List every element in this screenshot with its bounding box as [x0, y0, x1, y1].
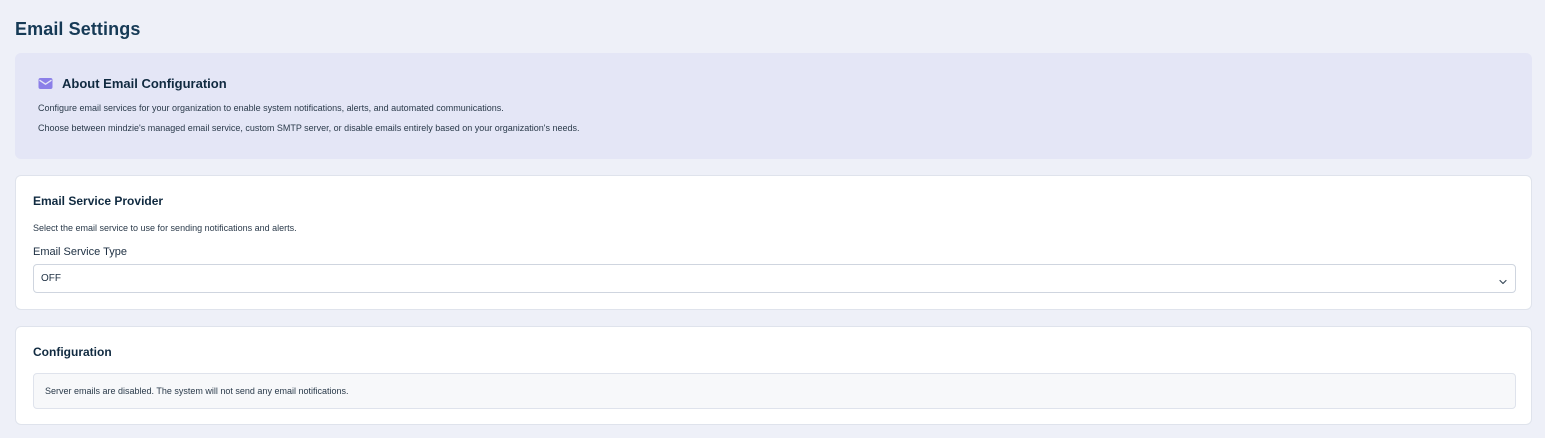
about-email-configuration-panel: About Email Configuration Configure emai… [15, 53, 1532, 159]
email-settings-page: Email Settings About Email Configuration… [0, 0, 1545, 438]
email-service-type-label: Email Service Type [33, 246, 127, 258]
configuration-card: Configuration Server emails are disabled… [15, 326, 1532, 425]
emails-disabled-notice: Server emails are disabled. The system w… [33, 373, 1516, 409]
page-title: Email Settings [15, 19, 141, 39]
email-service-provider-card: Email Service Provider Select the email … [15, 175, 1532, 310]
about-description-line-1: Configure email services for your organi… [38, 103, 504, 113]
mail-icon [38, 77, 53, 90]
configuration-title: Configuration [33, 345, 112, 359]
provider-description: Select the email service to use for send… [33, 223, 297, 233]
about-title: About Email Configuration [62, 76, 227, 91]
about-header: About Email Configuration [38, 76, 227, 91]
about-description-line-2: Choose between mindzie's managed email s… [38, 123, 580, 133]
email-service-type-select[interactable]: OFF [33, 264, 1516, 293]
notice-text: Server emails are disabled. The system w… [45, 386, 349, 396]
chevron-down-icon [1498, 274, 1508, 284]
provider-title: Email Service Provider [33, 194, 164, 208]
selected-value: OFF [41, 273, 61, 284]
